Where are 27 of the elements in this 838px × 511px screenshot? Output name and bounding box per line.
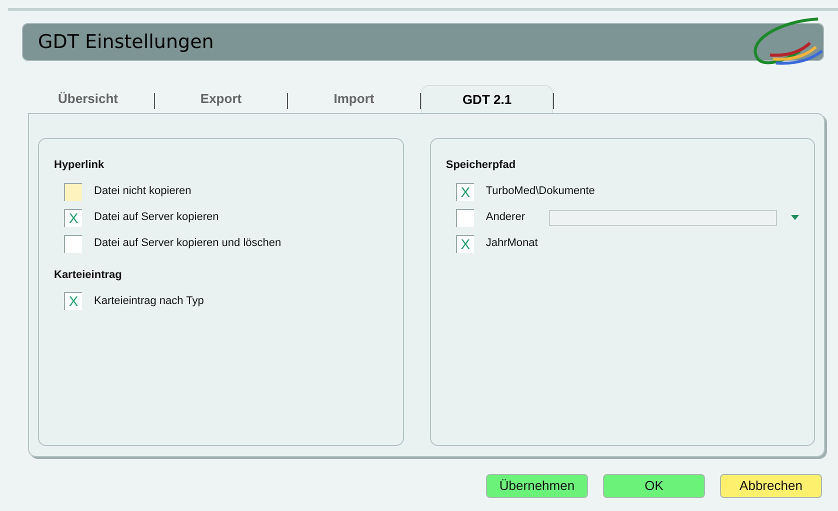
- checkbox-label: Datei auf Server kopieren: [94, 210, 219, 226]
- dialog-button[interactable]: OK: [603, 474, 705, 498]
- checkbox[interactable]: X: [64, 208, 82, 226]
- tab[interactable]: GDT 2.1: [421, 85, 553, 113]
- section-heading: Speicherpfad: [446, 158, 517, 173]
- dropdown-arrow-icon[interactable]: [791, 215, 799, 220]
- checkbox-label: Anderer: [486, 210, 525, 226]
- tab[interactable]: Export: [155, 85, 287, 113]
- section-heading: Karteieintrag: [54, 268, 123, 282]
- checkbox[interactable]: [64, 234, 82, 252]
- checkbox[interactable]: X: [64, 292, 82, 310]
- checkbox[interactable]: X: [456, 182, 474, 200]
- tab[interactable]: Übersicht: [22, 85, 154, 113]
- checkbox-label: Karteieintrag nach Typ: [94, 294, 204, 309]
- checkbox[interactable]: [64, 182, 82, 200]
- checkbox-label: TurboMed\Dokumente: [486, 184, 595, 200]
- checkbox-label: Datei auf Server kopieren und löschen: [94, 236, 282, 252]
- window-title: GDT Einstellungen: [38, 30, 214, 55]
- dialog-button[interactable]: Übernehmen: [486, 474, 588, 498]
- dialog-button[interactable]: Abbrechen: [720, 474, 822, 498]
- checkbox[interactable]: [456, 208, 474, 226]
- checkbox-label: JahrMonat: [486, 236, 538, 252]
- checkbox[interactable]: X: [456, 234, 474, 252]
- path-field[interactable]: [549, 210, 777, 226]
- section-heading: Hyperlink: [54, 158, 106, 173]
- checkbox-label: Datei nicht kopieren: [94, 184, 192, 200]
- tab[interactable]: Import: [288, 85, 420, 113]
